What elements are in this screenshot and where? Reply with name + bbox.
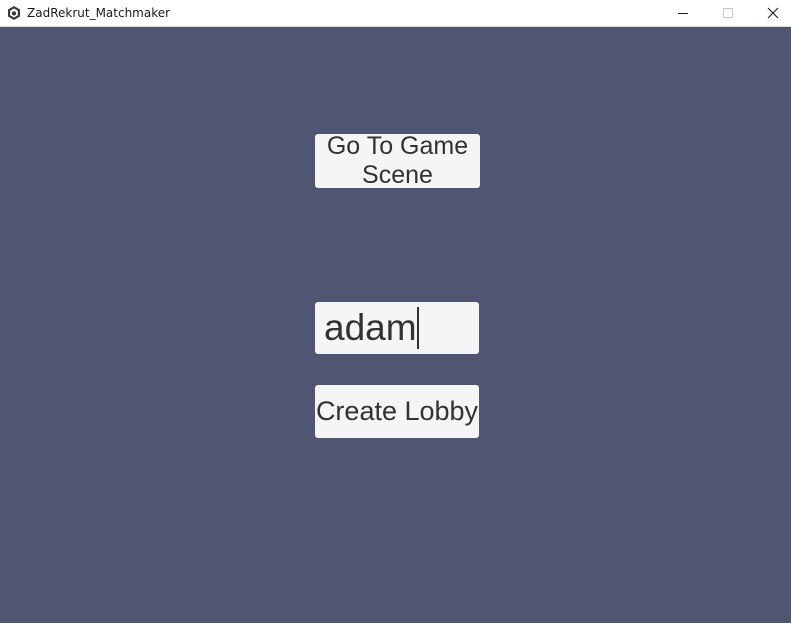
create-lobby-label: Create Lobby: [315, 396, 479, 426]
maximize-icon: [723, 8, 733, 18]
unity-icon: [8, 6, 20, 20]
app-window: ZadRekrut_Matchmaker Go To Game Scene ad…: [0, 0, 791, 623]
game-view: Go To Game Scene adam Create Lobby: [0, 27, 791, 623]
minimize-icon: [678, 13, 688, 14]
lobby-name-input-value-wrap: adam: [324, 307, 419, 349]
maximize-button[interactable]: [705, 0, 751, 26]
lobby-name-input-value: adam: [324, 307, 417, 348]
lobby-name-input[interactable]: adam: [315, 302, 479, 354]
go-to-game-scene-button[interactable]: Go To Game Scene: [315, 132, 480, 190]
close-icon: [767, 7, 779, 19]
close-button[interactable]: [750, 0, 791, 26]
go-to-game-scene-label-line2: Scene: [362, 161, 433, 189]
go-to-game-scene-label: Go To Game Scene: [327, 132, 468, 190]
title-bar[interactable]: ZadRekrut_Matchmaker: [0, 0, 791, 27]
minimize-button[interactable]: [660, 0, 706, 26]
go-to-game-scene-label-line1: Go To Game: [326, 132, 469, 160]
window-title: ZadRekrut_Matchmaker: [27, 6, 171, 20]
create-lobby-button[interactable]: Create Lobby: [315, 385, 479, 438]
text-caret: [416, 307, 419, 349]
